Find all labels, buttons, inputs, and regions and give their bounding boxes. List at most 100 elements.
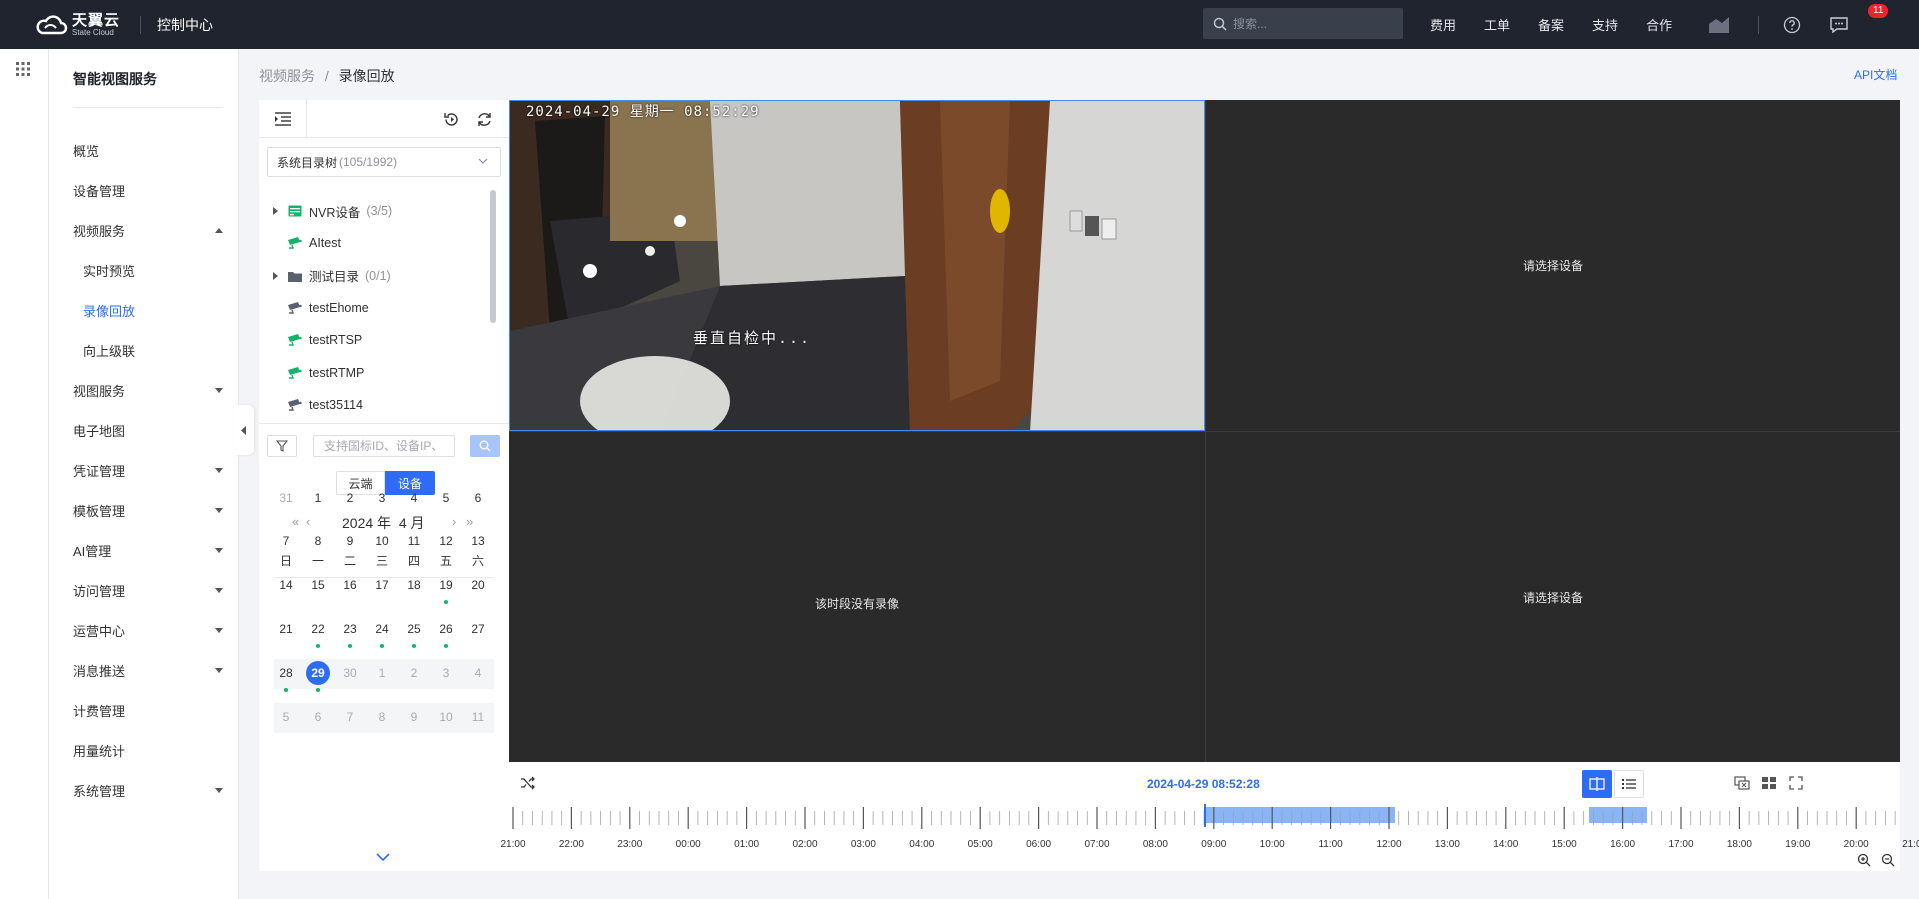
help-icon[interactable] bbox=[1783, 16, 1801, 34]
sidebar-item[interactable]: 运营中心 bbox=[73, 620, 223, 640]
brand-logo[interactable]: 天翼云 State Cloud bbox=[34, 13, 120, 37]
history-refresh-icon[interactable] bbox=[443, 111, 460, 128]
calendar-day[interactable]: 1 bbox=[367, 666, 397, 680]
calendar-day[interactable]: 1 bbox=[303, 491, 333, 505]
calendar-day[interactable]: 26 bbox=[431, 622, 461, 636]
nav-filing[interactable]: 备案 bbox=[1538, 15, 1564, 34]
device-search-input[interactable]: 支持国标ID、设备IP、 bbox=[313, 435, 455, 457]
calendar-day[interactable]: 3 bbox=[431, 666, 461, 680]
calendar-day[interactable]: 4 bbox=[399, 491, 429, 505]
calendar-day[interactable]: 10 bbox=[431, 710, 461, 724]
filter-button[interactable] bbox=[267, 435, 297, 457]
calendar-day[interactable]: 27 bbox=[463, 622, 493, 636]
tree-view-tab[interactable] bbox=[259, 100, 307, 138]
timeline-cursor[interactable] bbox=[1204, 804, 1206, 827]
calendar-day[interactable]: 18 bbox=[399, 578, 429, 592]
nav-billing[interactable]: 费用 bbox=[1430, 15, 1456, 34]
zoom-in-icon[interactable] bbox=[1857, 853, 1871, 867]
sidebar-item[interactable]: 计费管理 bbox=[73, 700, 223, 720]
calendar-day[interactable]: 8 bbox=[367, 710, 397, 724]
apps-grid-icon[interactable] bbox=[16, 62, 30, 76]
calendar-day[interactable]: 31 bbox=[271, 491, 301, 505]
tree-node[interactable]: AItest bbox=[273, 233, 341, 253]
calendar-day[interactable]: 12 bbox=[431, 534, 461, 548]
sidebar-item[interactable]: 电子地图 bbox=[73, 420, 223, 440]
tree-node[interactable]: 测试目录 (0/1) bbox=[273, 266, 391, 286]
calendar-day[interactable]: 10 bbox=[367, 534, 397, 548]
calendar-day[interactable]: 23 bbox=[335, 622, 365, 636]
calendar-day[interactable]: 30 bbox=[335, 666, 365, 680]
calendar-day[interactable]: 16 bbox=[335, 578, 365, 592]
close-all-windows-icon[interactable] bbox=[1734, 776, 1750, 790]
calendar-day[interactable]: 29 bbox=[303, 666, 333, 680]
sidebar-item[interactable]: 凭证管理 bbox=[73, 460, 223, 480]
calendar-day[interactable]: 28 bbox=[271, 666, 301, 680]
sidebar-item[interactable]: 模板管理 bbox=[73, 500, 223, 520]
calendar-day[interactable]: 25 bbox=[399, 622, 429, 636]
sidebar-collapse-toggle[interactable] bbox=[234, 405, 254, 455]
api-doc-link[interactable]: API文档 bbox=[1854, 66, 1897, 83]
calendar-day[interactable]: 14 bbox=[271, 578, 301, 592]
calendar-day[interactable]: 8 bbox=[303, 534, 333, 548]
sidebar-item[interactable]: 实时预览 bbox=[83, 260, 223, 280]
next-month-button[interactable]: › bbox=[452, 514, 456, 529]
calendar-day[interactable]: 4 bbox=[463, 666, 493, 680]
caret-right-icon[interactable] bbox=[273, 271, 278, 280]
calendar-day[interactable]: 24 bbox=[367, 622, 397, 636]
prev-year-button[interactable]: « bbox=[292, 514, 299, 529]
calendar-day[interactable]: 17 bbox=[367, 578, 397, 592]
calendar-day[interactable]: 19 bbox=[431, 578, 461, 592]
tree-scrollbar[interactable] bbox=[490, 190, 496, 323]
console-link[interactable]: 控制中心 bbox=[157, 15, 213, 35]
expand-chevron-icon[interactable] bbox=[376, 853, 390, 861]
calendar-day[interactable]: 11 bbox=[399, 534, 429, 548]
calendar-day[interactable]: 9 bbox=[399, 710, 429, 724]
video-cell-1-playback[interactable]: 2024-04-29 星期一 08:52:29 垂直自检中... bbox=[509, 100, 1205, 431]
tree-node[interactable]: test35114 bbox=[273, 395, 363, 415]
timeline-view-button[interactable] bbox=[1582, 770, 1612, 798]
sidebar-item[interactable]: 设备管理 bbox=[73, 180, 223, 200]
video-cell-2[interactable]: 请选择设备 bbox=[1206, 100, 1900, 431]
tree-node[interactable]: testRTSP bbox=[273, 330, 362, 350]
split-layout-icon[interactable] bbox=[1761, 776, 1777, 790]
sidebar-item[interactable]: 用量统计 bbox=[73, 740, 223, 760]
calendar-day[interactable]: 7 bbox=[335, 710, 365, 724]
sidebar-item[interactable]: 向上级联 bbox=[83, 340, 223, 360]
breadcrumb-parent[interactable]: 视频服务 bbox=[259, 68, 315, 84]
calendar-day[interactable]: 15 bbox=[303, 578, 333, 592]
calendar-day[interactable]: 2 bbox=[335, 491, 365, 505]
sidebar-item[interactable]: 视图服务 bbox=[73, 380, 223, 400]
fullscreen-icon[interactable] bbox=[1789, 776, 1803, 790]
nav-tickets[interactable]: 工单 bbox=[1484, 15, 1510, 34]
calendar-day[interactable]: 2 bbox=[399, 666, 429, 680]
device-search-button[interactable] bbox=[470, 435, 500, 457]
shuffle-icon[interactable] bbox=[520, 776, 536, 790]
tree-node[interactable]: NVR设备 (3/5) bbox=[273, 201, 392, 221]
video-cell-3[interactable]: 该时段没有录像 bbox=[509, 432, 1205, 762]
refresh-icon[interactable] bbox=[476, 111, 493, 128]
tree-node[interactable]: testRTMP bbox=[273, 363, 364, 383]
calendar-day[interactable]: 5 bbox=[431, 491, 461, 505]
directory-tree-select[interactable]: 系统目录树 (105/1992) bbox=[267, 147, 501, 177]
calendar-day[interactable]: 3 bbox=[367, 491, 397, 505]
sidebar-item[interactable]: 消息推送 bbox=[73, 660, 223, 680]
sidebar-item[interactable]: AI管理 bbox=[73, 540, 223, 560]
calendar-day[interactable]: 11 bbox=[463, 710, 493, 724]
video-cell-4[interactable]: 请选择设备 bbox=[1206, 432, 1900, 762]
zoom-out-icon[interactable] bbox=[1881, 853, 1895, 867]
sidebar-item[interactable]: 访问管理 bbox=[73, 580, 223, 600]
calendar-day[interactable]: 6 bbox=[463, 491, 493, 505]
caret-right-icon[interactable] bbox=[273, 207, 278, 215]
calendar-day[interactable]: 6 bbox=[303, 710, 333, 724]
prev-month-button[interactable]: ‹ bbox=[306, 514, 310, 529]
tree-node[interactable]: testEhome bbox=[273, 298, 369, 318]
calendar-day[interactable]: 13 bbox=[463, 534, 493, 548]
calendar-day[interactable]: 21 bbox=[271, 622, 301, 636]
global-search-input[interactable]: 搜索... bbox=[1203, 8, 1403, 39]
list-view-button[interactable] bbox=[1614, 770, 1644, 798]
calendar-day[interactable]: 9 bbox=[335, 534, 365, 548]
calendar-day[interactable]: 7 bbox=[271, 534, 301, 548]
sidebar-item[interactable]: 概览 bbox=[73, 140, 223, 160]
next-year-button[interactable]: » bbox=[466, 514, 473, 529]
sidebar-item[interactable]: 视频服务 bbox=[73, 220, 223, 240]
